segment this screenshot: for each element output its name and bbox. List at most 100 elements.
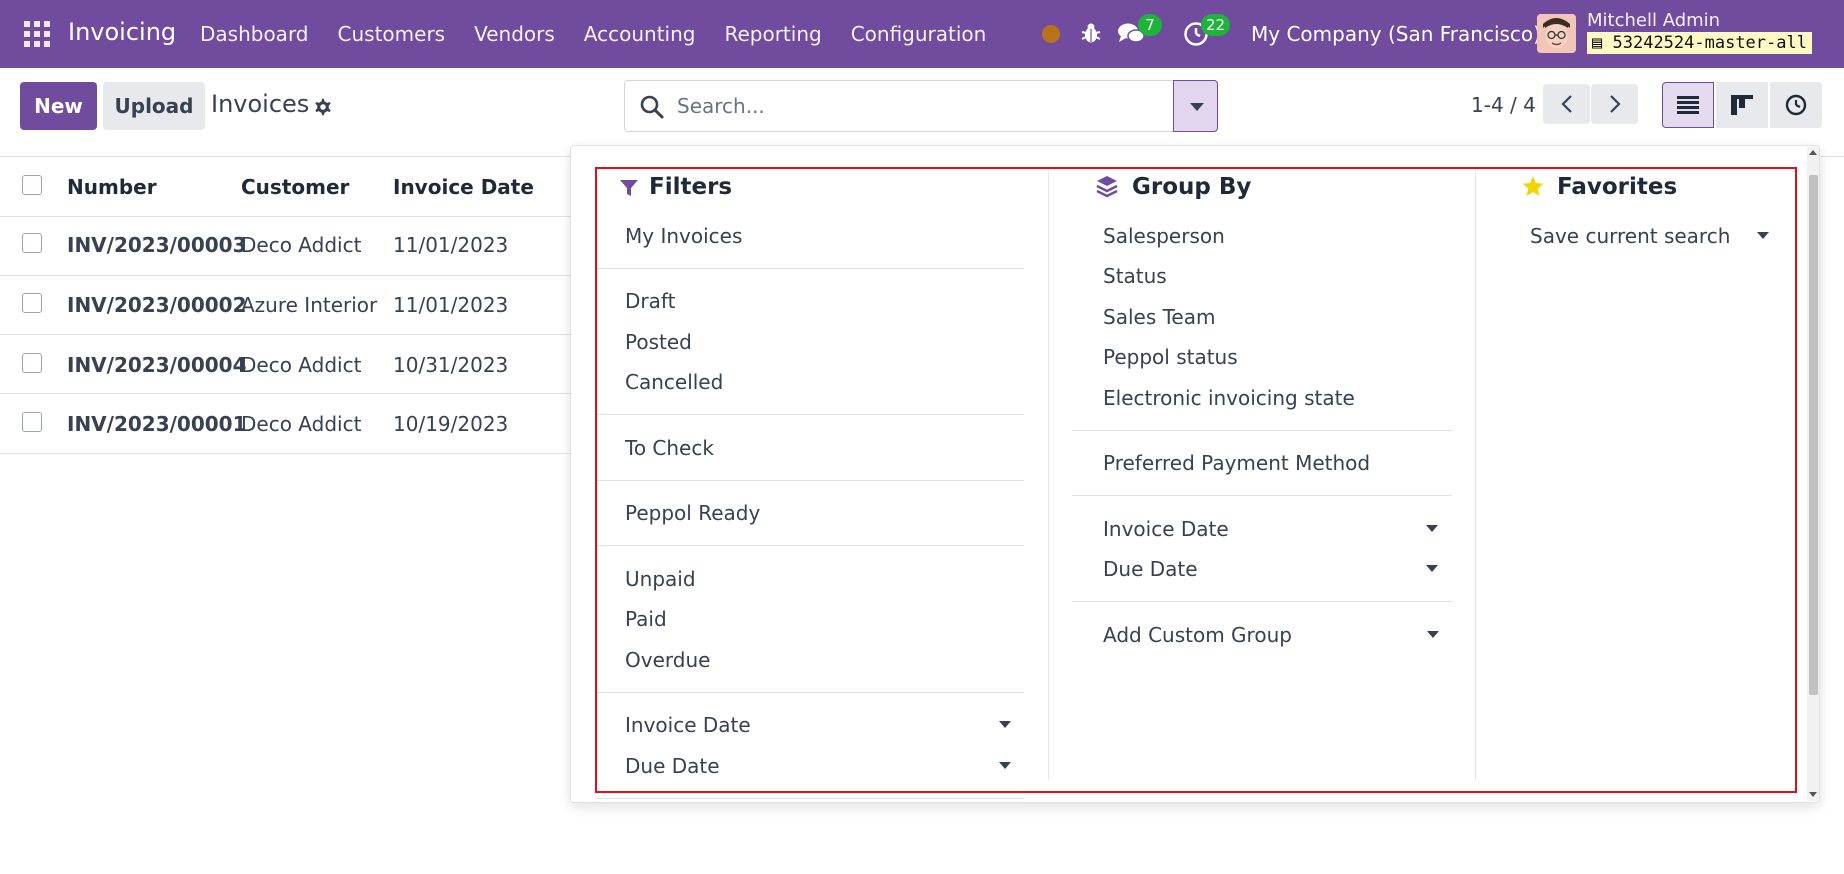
- filter-cancelled[interactable]: Cancelled: [625, 370, 723, 394]
- row-checkbox[interactable]: [22, 353, 42, 373]
- row-checkbox[interactable]: [22, 412, 42, 432]
- invoice-number: INV/2023/00002: [67, 293, 247, 317]
- groupby-custom-group-caret-icon[interactable]: [1427, 631, 1439, 638]
- list-view-icon: [1677, 96, 1699, 114]
- kanban-view-icon: [1731, 95, 1753, 115]
- filter-icon: [620, 180, 638, 196]
- menu-configuration[interactable]: Configuration: [851, 22, 987, 46]
- invoice-customer: Deco Addict: [241, 233, 362, 257]
- main-menu: Dashboard Customers Vendors Accounting R…: [200, 22, 1015, 46]
- favorites-save-current-search[interactable]: Save current search: [1530, 224, 1730, 248]
- app-grid-icon[interactable]: [24, 21, 50, 47]
- save-search-caret-icon[interactable]: [1757, 232, 1769, 239]
- user-name[interactable]: Mitchell Admin: [1587, 10, 1720, 31]
- groupby-peppol-status[interactable]: Peppol status: [1103, 345, 1238, 369]
- filter-separator: [597, 480, 1024, 481]
- pager-value[interactable]: 1-4 / 4: [1471, 93, 1536, 117]
- database-badge: ▤ 53242524-master-all: [1587, 32, 1812, 54]
- filter-my-invoices[interactable]: My Invoices: [625, 224, 742, 248]
- filter-to-check[interactable]: To Check: [625, 436, 714, 460]
- filter-peppol-ready[interactable]: Peppol Ready: [625, 501, 760, 525]
- invoice-number: INV/2023/00001: [67, 412, 247, 436]
- scroll-up-arrow-icon[interactable]: [1809, 150, 1817, 155]
- list-view-button[interactable]: [1662, 82, 1714, 128]
- groupby-preferred-payment-method[interactable]: Preferred Payment Method: [1103, 451, 1370, 475]
- layers-icon: [1096, 176, 1118, 198]
- filters-title: Filters: [649, 174, 733, 200]
- scroll-down-arrow-icon[interactable]: [1809, 792, 1817, 797]
- groupby-add-custom-group[interactable]: Add Custom Group: [1103, 623, 1292, 647]
- groupby-invoice-date-caret-icon[interactable]: [1426, 525, 1438, 532]
- groupby-due-date-caret-icon[interactable]: [1426, 565, 1438, 572]
- groupby-invoice-date[interactable]: Invoice Date: [1103, 517, 1229, 541]
- invoice-date: 10/31/2023: [393, 353, 509, 377]
- pager-next-button[interactable]: [1591, 84, 1638, 124]
- new-button[interactable]: New: [20, 82, 97, 130]
- filter-invoice-date[interactable]: Invoice Date: [625, 713, 751, 737]
- filter-posted[interactable]: Posted: [625, 330, 692, 354]
- groupby-separator: [1072, 495, 1452, 496]
- invoice-date: 11/01/2023: [393, 293, 509, 317]
- row-checkbox[interactable]: [22, 293, 42, 313]
- upload-button[interactable]: Upload: [103, 82, 205, 130]
- invoice-date: 10/19/2023: [393, 412, 509, 436]
- pager-previous-button[interactable]: [1543, 84, 1590, 124]
- invoice-date: 11/01/2023: [393, 233, 509, 257]
- groupby-status[interactable]: Status: [1103, 264, 1167, 288]
- activity-view-button[interactable]: [1770, 82, 1822, 128]
- star-icon: [1522, 176, 1544, 196]
- filter-invoice-date-caret-icon[interactable]: [999, 721, 1011, 728]
- menu-accounting[interactable]: Accounting: [584, 22, 696, 46]
- search-options-toggle[interactable]: [1173, 80, 1218, 132]
- menu-customers[interactable]: Customers: [338, 22, 446, 46]
- filter-due-date-caret-icon[interactable]: [999, 762, 1011, 769]
- column-separator: [1048, 170, 1049, 780]
- table-row[interactable]: INV/2023/00002 Azure Interior 11/01/2023: [0, 276, 600, 336]
- database-icon: ▤: [1592, 33, 1603, 53]
- table-row[interactable]: INV/2023/00001 Deco Addict 10/19/2023: [0, 394, 600, 454]
- search-input[interactable]: [677, 91, 1157, 121]
- filter-overdue[interactable]: Overdue: [625, 648, 710, 672]
- table-row[interactable]: INV/2023/00003 Deco Addict 11/01/2023: [0, 217, 600, 277]
- table-row[interactable]: INV/2023/00004 Deco Addict 10/31/2023: [0, 335, 600, 395]
- invoice-number: INV/2023/00004: [67, 353, 247, 377]
- user-avatar[interactable]: [1537, 14, 1576, 53]
- row-checkbox[interactable]: [22, 233, 42, 253]
- groupby-due-date[interactable]: Due Date: [1103, 557, 1198, 581]
- filter-paid[interactable]: Paid: [625, 607, 667, 631]
- status-dot-icon[interactable]: [1042, 25, 1060, 43]
- groupby-separator: [1072, 601, 1452, 602]
- filter-unpaid[interactable]: Unpaid: [625, 567, 696, 591]
- groupby-separator: [1072, 430, 1452, 431]
- filter-due-date[interactable]: Due Date: [625, 754, 720, 778]
- groupby-salesperson[interactable]: Salesperson: [1103, 224, 1225, 248]
- filter-draft[interactable]: Draft: [625, 289, 675, 313]
- app-name[interactable]: Invoicing: [68, 18, 176, 46]
- groupby-title: Group By: [1132, 174, 1252, 200]
- select-all-checkbox[interactable]: [22, 175, 42, 195]
- database-name: 53242524-master-all: [1612, 33, 1807, 53]
- clock-icon: [1785, 94, 1807, 116]
- menu-reporting[interactable]: Reporting: [724, 22, 821, 46]
- groupby-einvoicing-state[interactable]: Electronic invoicing state: [1103, 386, 1355, 410]
- dropdown-scroll-thumb[interactable]: [1809, 175, 1818, 695]
- column-number[interactable]: Number: [67, 175, 157, 199]
- search-bar: [624, 80, 1218, 132]
- chevron-right-icon: [1609, 95, 1621, 113]
- filter-separator: [597, 692, 1024, 693]
- search-icon: [640, 95, 664, 119]
- invoice-number: INV/2023/00003: [67, 233, 247, 257]
- gear-icon[interactable]: [312, 96, 334, 118]
- filter-separator: [597, 268, 1024, 269]
- menu-dashboard[interactable]: Dashboard: [200, 22, 309, 46]
- company-switcher[interactable]: My Company (San Francisco): [1251, 22, 1541, 46]
- column-customer[interactable]: Customer: [241, 175, 349, 199]
- groupby-sales-team[interactable]: Sales Team: [1103, 305, 1215, 329]
- column-invoice-date[interactable]: Invoice Date: [393, 175, 534, 199]
- top-navbar: Invoicing Dashboard Customers Vendors Ac…: [0, 0, 1844, 68]
- bug-icon[interactable]: [1080, 21, 1102, 45]
- activity-count-badge: 22: [1201, 14, 1231, 36]
- row-divider: [0, 453, 600, 454]
- menu-vendors[interactable]: Vendors: [474, 22, 555, 46]
- kanban-view-button[interactable]: [1716, 82, 1768, 128]
